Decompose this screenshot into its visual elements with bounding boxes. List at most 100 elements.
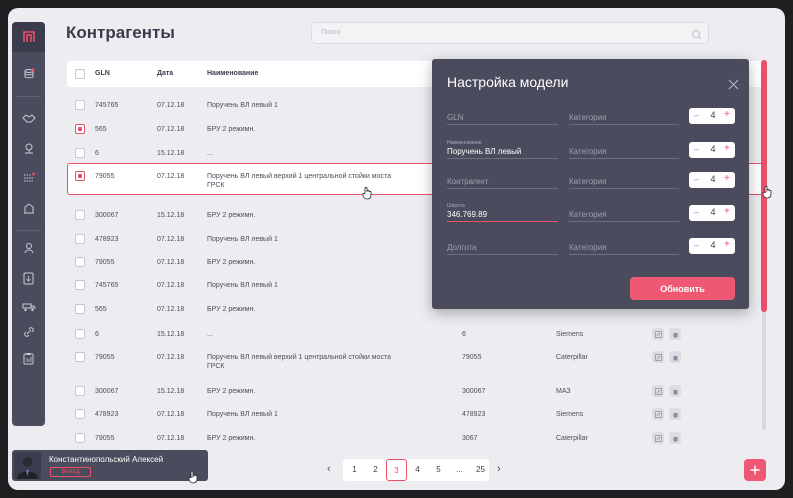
- search-icon[interactable]: [691, 27, 702, 45]
- close-icon[interactable]: [728, 77, 739, 95]
- row-checkbox[interactable]: [75, 352, 85, 362]
- next-page-button[interactable]: ›: [497, 463, 501, 475]
- increment-button[interactable]: +: [724, 109, 730, 120]
- edit-icon[interactable]: [652, 432, 664, 444]
- page-button[interactable]: 1: [344, 459, 365, 481]
- document-icon[interactable]: [12, 266, 45, 290]
- row-checkbox[interactable]: [75, 304, 85, 314]
- delete-icon[interactable]: [669, 328, 681, 340]
- sidebar-divider: [16, 230, 41, 231]
- prev-page-button[interactable]: ‹: [327, 463, 331, 475]
- category-select[interactable]: Категория: [569, 141, 679, 159]
- page-button[interactable]: ...: [449, 459, 470, 481]
- quantity-stepper[interactable]: – 4 +: [689, 142, 735, 158]
- increment-button[interactable]: +: [724, 173, 730, 184]
- logo-icon[interactable]: [12, 22, 45, 52]
- edit-icon[interactable]: [652, 408, 664, 420]
- stepper-value: 4: [710, 240, 716, 250]
- row-checkbox[interactable]: [75, 329, 85, 339]
- truck-icon[interactable]: [12, 294, 45, 318]
- row-checkbox[interactable]: [75, 124, 85, 134]
- row-checkbox[interactable]: [75, 234, 85, 244]
- model-field-input[interactable]: Наименование Поручень ВЛ левый: [447, 140, 558, 159]
- row-checkbox[interactable]: [75, 280, 85, 290]
- select-all-checkbox[interactable]: [75, 69, 85, 79]
- cell-name: ...: [207, 150, 213, 157]
- decrement-button[interactable]: –: [694, 207, 699, 217]
- table-row[interactable]: 6 15.12.18... 6 Siemens: [67, 323, 767, 345]
- page-button[interactable]: 3: [386, 459, 407, 481]
- clipboard-icon[interactable]: [12, 346, 45, 370]
- page-button[interactable]: 5: [428, 459, 449, 481]
- category-select[interactable]: Категория: [569, 237, 679, 255]
- model-field-input[interactable]: Долгота: [447, 237, 558, 255]
- page-button[interactable]: 4: [407, 459, 428, 481]
- decrement-button[interactable]: –: [694, 240, 699, 250]
- edit-icon[interactable]: [652, 351, 664, 363]
- page-button[interactable]: 2: [365, 459, 386, 481]
- row-checkbox[interactable]: [75, 100, 85, 110]
- category-select[interactable]: Категория: [569, 204, 679, 222]
- row-checkbox[interactable]: [75, 171, 85, 181]
- list-icon[interactable]: [12, 166, 45, 190]
- model-field-input[interactable]: GLN: [447, 107, 558, 125]
- table-row[interactable]: 79055 07.12.18 Поручень ВЛ левый верхий 1 …: [67, 346, 767, 370]
- quantity-stepper[interactable]: – 4 +: [689, 205, 735, 221]
- link-icon[interactable]: [12, 320, 45, 344]
- edit-icon[interactable]: [652, 328, 664, 340]
- col-date[interactable]: Дата: [157, 70, 173, 77]
- model-field-input[interactable]: Контрагент: [447, 171, 558, 189]
- delete-icon[interactable]: [669, 432, 681, 444]
- increment-button[interactable]: +: [724, 143, 730, 154]
- field-placeholder: Долгота: [447, 243, 477, 252]
- stepper-value: 4: [710, 144, 716, 154]
- row-checkbox[interactable]: [75, 257, 85, 267]
- delete-icon[interactable]: [669, 408, 681, 420]
- table-row[interactable]: 79055 07.12.18 БРУ 2 режимн. 3067 Caterpilla…: [67, 427, 767, 449]
- decrement-button[interactable]: –: [694, 110, 699, 120]
- row-checkbox[interactable]: [75, 210, 85, 220]
- increment-button[interactable]: +: [724, 206, 730, 217]
- quantity-stepper[interactable]: – 4 +: [689, 238, 735, 254]
- row-checkbox[interactable]: [75, 148, 85, 158]
- engineer-icon[interactable]: [12, 236, 45, 260]
- category-placeholder: Категория: [569, 177, 607, 186]
- col-name[interactable]: Наименование: [207, 70, 258, 77]
- category-select[interactable]: Категория: [569, 107, 679, 125]
- delete-icon[interactable]: [669, 385, 681, 397]
- hand-cursor-icon: [762, 185, 772, 199]
- page-button[interactable]: 25: [470, 459, 491, 481]
- category-placeholder: Категория: [569, 147, 607, 156]
- cell-date: 07.12.18: [157, 173, 185, 180]
- quantity-stepper[interactable]: – 4 +: [689, 108, 735, 124]
- cell-manufacturer: Caterpillar: [556, 435, 588, 442]
- handshake-icon[interactable]: [12, 106, 45, 130]
- update-button[interactable]: Обновить: [630, 277, 735, 300]
- row-checkbox[interactable]: [75, 433, 85, 443]
- category-select[interactable]: Категория: [569, 171, 679, 189]
- delete-icon[interactable]: [669, 351, 681, 363]
- logout-button[interactable]: Выход: [50, 467, 91, 477]
- increment-button[interactable]: +: [724, 239, 730, 250]
- cell-name: БРУ 2 режимн.: [207, 435, 256, 442]
- location-icon[interactable]: [12, 136, 45, 160]
- search-input[interactable]: Поиск: [311, 22, 709, 44]
- decrement-button[interactable]: –: [694, 174, 699, 184]
- table-row[interactable]: 300067 15.12.18 БРУ 2 режимн. 300067 МАЗ: [67, 380, 767, 402]
- database-icon[interactable]: [12, 62, 45, 86]
- quantity-stepper[interactable]: – 4 +: [689, 172, 735, 188]
- table-row[interactable]: 478923 07.12.18 Поручень ВЛ левый 1 478923 S…: [67, 403, 767, 425]
- row-checkbox[interactable]: [75, 409, 85, 419]
- edit-icon[interactable]: [652, 385, 664, 397]
- hand-cursor-icon: [362, 186, 372, 200]
- model-field-input[interactable]: Широта 346.769.89: [447, 203, 558, 222]
- add-button[interactable]: [744, 459, 766, 481]
- col-gln[interactable]: GLN: [95, 70, 110, 77]
- search-placeholder: Поиск: [321, 29, 341, 36]
- warehouse-icon[interactable]: [12, 196, 45, 220]
- avatar[interactable]: [14, 452, 41, 479]
- field-placeholder: GLN: [447, 113, 464, 122]
- cell-name: Поручень ВЛ левый верхий 1 центральной с…: [207, 354, 391, 370]
- decrement-button[interactable]: –: [694, 144, 699, 154]
- row-checkbox[interactable]: [75, 386, 85, 396]
